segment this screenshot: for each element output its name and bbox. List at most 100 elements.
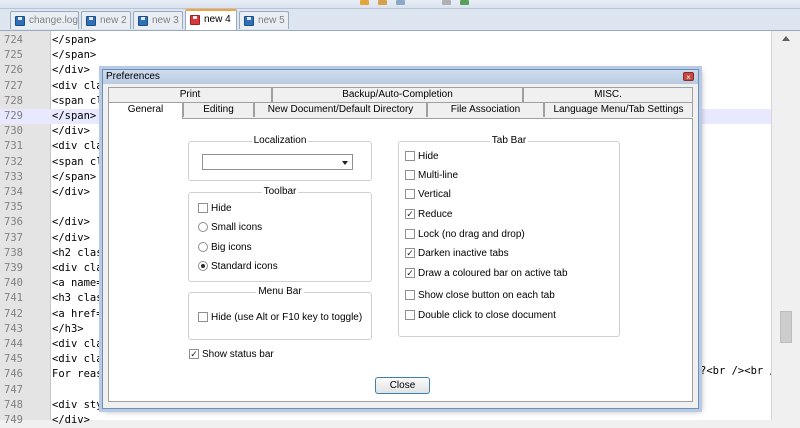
document-tab-bar: change.log new 2 new 3 new 4 new 5 xyxy=(0,9,800,31)
code-text[interactable]: <span cl xyxy=(52,94,103,109)
code-text[interactable]: <span cl xyxy=(52,155,103,170)
toolbar-icon[interactable] xyxy=(378,0,387,5)
radio-button[interactable] xyxy=(198,242,208,252)
unsaved-disk-icon xyxy=(190,15,200,25)
dialog-title: Preferences xyxy=(106,71,160,82)
localization-dropdown[interactable] xyxy=(202,154,353,170)
main-toolbar xyxy=(0,0,800,9)
code-text[interactable]: </span> xyxy=(52,33,96,48)
code-text[interactable]: <div cla xyxy=(52,139,103,154)
save-disk-icon xyxy=(86,16,96,26)
close-icon[interactable]: × xyxy=(683,72,694,82)
line-number: 730 xyxy=(4,125,23,138)
code-text[interactable]: </span> xyxy=(52,109,96,124)
tab-print[interactable]: Print xyxy=(108,87,272,102)
toolbar-group-label: Toolbar xyxy=(261,186,299,197)
editor-line[interactable]: 749 </div> xyxy=(0,413,772,428)
code-text[interactable]: <a name= xyxy=(52,276,103,291)
code-text[interactable]: <div cla xyxy=(52,337,103,352)
line-number: 742 xyxy=(4,307,23,320)
line-number: 731 xyxy=(4,140,23,153)
tab-general[interactable]: General xyxy=(108,102,183,119)
checkbox[interactable] xyxy=(198,312,208,322)
close-button[interactable]: Close xyxy=(375,377,430,394)
code-text[interactable]: <div cla xyxy=(52,261,103,276)
code-text[interactable]: <a href= xyxy=(52,307,103,322)
radio-button[interactable] xyxy=(198,222,208,232)
line-number: 728 xyxy=(4,94,23,107)
scroll-up-arrow-icon[interactable] xyxy=(782,36,790,41)
tab-bar-group-label: Tab Bar xyxy=(489,135,529,146)
tab-new-document-default-directory[interactable]: New Document/Default Directory xyxy=(254,102,427,117)
toolbar-group: Toolbar Hide Small icons Big icons Stand… xyxy=(188,186,372,282)
preferences-dialog: Preferences × Print Backup/Auto-Completi… xyxy=(102,69,699,409)
radio-button[interactable] xyxy=(198,261,208,271)
code-text[interactable]: </div> xyxy=(52,124,90,139)
line-number: 744 xyxy=(4,338,23,350)
menu-bar-group-label: Menu Bar xyxy=(256,286,304,297)
checkbox[interactable] xyxy=(198,203,208,213)
code-text[interactable]: </div> xyxy=(52,185,90,200)
line-number: 729 xyxy=(4,110,23,122)
editor-line[interactable]: 724 </span> xyxy=(0,33,772,48)
doc-tab-label: new 3 xyxy=(152,15,179,26)
tab-language-menu-tab-settings[interactable]: Language Menu/Tab Settings xyxy=(544,102,693,117)
line-number: 727 xyxy=(4,79,23,92)
line-number: 724 xyxy=(4,34,23,46)
save-disk-icon xyxy=(138,16,148,26)
line-number: 749 xyxy=(4,414,23,426)
code-text[interactable]: </span> xyxy=(52,170,96,185)
toolbar-icon[interactable] xyxy=(360,0,369,5)
doc-tab-new-4[interactable]: new 4 xyxy=(185,9,237,30)
code-text[interactable]: </h3> xyxy=(52,322,84,337)
code-text[interactable]: </div> xyxy=(52,215,90,230)
chevron-down-icon xyxy=(342,161,348,165)
tab-editing[interactable]: Editing xyxy=(183,102,254,117)
line-number: 741 xyxy=(4,292,23,305)
code-text[interactable]: <h3 clas xyxy=(52,291,103,306)
code-text[interactable]: <div cla xyxy=(52,352,103,367)
tab-file-association[interactable]: File Association xyxy=(427,102,544,117)
save-disk-icon xyxy=(15,16,25,26)
line-number: 738 xyxy=(4,246,23,259)
doc-tab-new-3[interactable]: new 3 xyxy=(133,11,183,29)
doc-tab-label: new 5 xyxy=(258,15,285,26)
code-text[interactable]: </div> xyxy=(52,63,90,78)
code-text[interactable]: <div sty xyxy=(52,398,103,413)
line-number: 748 xyxy=(4,398,23,411)
toolbar-icon[interactable] xyxy=(460,0,469,5)
code-text[interactable]: For reas xyxy=(52,367,103,382)
line-number: 736 xyxy=(4,216,23,229)
line-number: 737 xyxy=(4,231,23,244)
localization-group: Localization xyxy=(188,135,372,181)
tab-bar-group: Tab Bar Hide Multi-line Vertical ✓ Reduce… xyxy=(398,135,620,337)
checkbox[interactable]: ✓ xyxy=(189,349,199,359)
code-text[interactable]: </span> xyxy=(52,48,96,63)
doc-tab-new-2[interactable]: new 2 xyxy=(81,11,131,29)
code-text[interactable]: <h2 clas xyxy=(52,246,103,261)
localization-label: Localization xyxy=(251,135,309,146)
tab-backup-auto-completion[interactable]: Backup/Auto-Completion xyxy=(272,87,523,102)
code-text[interactable]: <div cla xyxy=(52,79,103,94)
vertical-scrollbar[interactable] xyxy=(771,31,800,420)
line-number: 734 xyxy=(4,186,23,198)
doc-tab-label: new 4 xyxy=(204,14,231,25)
code-text[interactable]: </div> xyxy=(52,413,90,428)
scrollbar-thumb[interactable] xyxy=(780,311,792,343)
code-text[interactable]: </div> xyxy=(52,231,90,246)
line-number: 746 xyxy=(4,368,23,381)
overflow-code-text: ?<br /><br / xyxy=(700,365,776,377)
toolbar-icon[interactable] xyxy=(396,0,405,5)
save-disk-icon xyxy=(244,16,254,26)
line-number: 732 xyxy=(4,155,23,168)
editor-line[interactable]: 725 </span> xyxy=(0,48,772,63)
line-number: 725 xyxy=(4,49,23,62)
line-number: 745 xyxy=(4,353,23,366)
line-number: 747 xyxy=(4,383,23,396)
doc-tab-change-log[interactable]: change.log xyxy=(10,11,79,29)
tab-misc[interactable]: MISC. xyxy=(523,87,693,102)
doc-tab-label: change.log xyxy=(29,15,78,26)
toolbar-icon[interactable] xyxy=(442,0,451,5)
doc-tab-new-5[interactable]: new 5 xyxy=(239,11,289,29)
line-number: 740 xyxy=(4,277,23,290)
